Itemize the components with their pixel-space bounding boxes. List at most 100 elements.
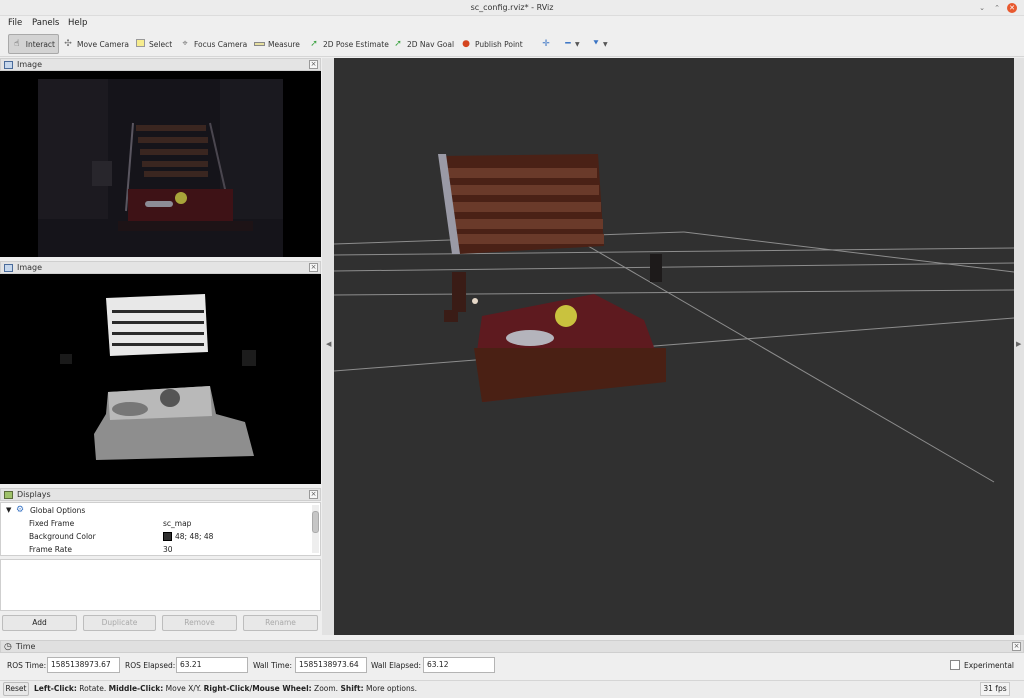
ruler-icon — [254, 39, 265, 49]
move-camera-tool-button[interactable]: ✣ Move Camera — [60, 34, 132, 54]
tree-row-frame-rate[interactable]: Frame Rate 30 — [1, 543, 312, 556]
minus-icon: ━ — [565, 39, 571, 49]
close-icon[interactable]: ✕ — [1007, 3, 1017, 13]
clock-icon: ◷ — [4, 641, 12, 652]
right-splitter[interactable]: ▶ — [1014, 58, 1024, 635]
left-splitter[interactable]: ◀ — [322, 58, 334, 635]
property-name: Frame Rate — [29, 545, 72, 554]
middle-click-text: Move X/Y. — [163, 684, 204, 693]
background-color-value[interactable]: 48; 48; 48 — [163, 530, 213, 543]
panel-title: Image — [17, 60, 43, 69]
displays-icon — [4, 490, 13, 499]
panel-header: Image × — [0, 261, 321, 274]
menu-bar: File Panels Help — [0, 16, 1024, 30]
point-cloud-scene — [334, 58, 1014, 635]
pose-estimate-tool-button[interactable]: ➚ 2D Pose Estimate — [306, 34, 392, 54]
chevron-down-icon[interactable]: ▼ — [6, 504, 11, 517]
chevron-down-icon: ▼ — [603, 40, 608, 48]
move-camera-icon: ✣ — [64, 39, 72, 49]
panel-title: Image — [17, 263, 43, 272]
image-panel-rgb: Image × — [0, 58, 321, 257]
wall-elapsed-label: Wall Elapsed: — [371, 661, 422, 670]
image-icon — [4, 263, 13, 272]
tree-row-fixed-frame[interactable]: Fixed Frame sc_map — [1, 517, 312, 530]
publish-point-tool-button[interactable]: ● Publish Point — [458, 34, 526, 54]
pose-estimate-label: 2D Pose Estimate — [323, 39, 389, 49]
add-button[interactable]: Add — [2, 615, 77, 631]
ros-elapsed-field[interactable]: 63.21 — [176, 657, 248, 673]
color-swatch[interactable] — [163, 532, 172, 541]
ros-time-label: ROS Time: — [7, 661, 47, 670]
status-hint: Left-Click: Rotate. Middle-Click: Move X… — [34, 684, 417, 693]
rgb-image-view[interactable] — [0, 71, 321, 257]
depth-camera-image — [0, 274, 321, 484]
right-click-key: Right-Click/Mouse Wheel: — [203, 684, 312, 693]
ros-time-field[interactable]: 1585138973.67 — [47, 657, 120, 673]
global-options-label: Global Options — [30, 506, 86, 515]
menu-panels[interactable]: Panels — [32, 16, 59, 30]
frame-rate-value[interactable]: 30 — [163, 543, 173, 556]
interact-tool-button[interactable]: ☝ Interact — [8, 34, 59, 54]
collapse-right-icon[interactable]: ▶ — [1016, 340, 1021, 348]
publish-point-label: Publish Point — [475, 39, 523, 49]
reset-button[interactable]: Reset — [3, 682, 29, 696]
pose-estimate-arrow-icon: ➚ — [310, 39, 318, 49]
status-bar: Reset Left-Click: Rotate. Middle-Click: … — [0, 680, 1024, 698]
nav-goal-tool-button[interactable]: ➚ 2D Nav Goal — [390, 34, 457, 54]
render-3d-view[interactable] — [334, 58, 1014, 635]
fixed-frame-value[interactable]: sc_map — [163, 517, 191, 530]
ros-elapsed-label: ROS Elapsed: — [125, 661, 176, 670]
minimize-icon[interactable]: ⌄ — [977, 3, 987, 13]
focus-camera-label: Focus Camera — [194, 39, 248, 49]
property-description — [0, 559, 321, 611]
rename-button[interactable]: Rename — [243, 615, 318, 631]
depth-image-view[interactable] — [0, 274, 321, 484]
focus-camera-tool-button[interactable]: ⌖ Focus Camera — [177, 34, 250, 54]
panel-header: Displays × — [0, 488, 321, 501]
rgb-camera-image — [0, 71, 321, 257]
panel-header: ◷ Time × — [0, 640, 1024, 653]
menu-file[interactable]: File — [8, 16, 22, 30]
right-click-text: Zoom. — [311, 684, 341, 693]
tool-properties-button[interactable]: ⯆ ▼ — [588, 34, 611, 54]
close-icon[interactable]: × — [309, 60, 318, 69]
scrollbar-thumb[interactable] — [312, 511, 319, 533]
left-click-key: Left-Click: — [34, 684, 77, 693]
chevron-down-icon: ▼ — [575, 40, 580, 48]
gear-icon: ⚙ — [16, 505, 25, 515]
tree-row-global-options[interactable]: ▼ ⚙ Global Options — [1, 504, 312, 517]
wall-time-label: Wall Time: — [253, 661, 292, 670]
tree-scrollbar[interactable] — [312, 505, 319, 553]
close-icon[interactable]: × — [1012, 642, 1021, 651]
wall-time-field[interactable]: 1585138973.64 — [295, 657, 367, 673]
maximize-icon[interactable]: ⌃ — [992, 3, 1002, 13]
select-label: Select — [149, 39, 173, 49]
background-color-text: 48; 48; 48 — [175, 532, 214, 541]
nav-goal-label: 2D Nav Goal — [407, 39, 455, 49]
remove-tool-button[interactable]: ━ ▼ — [560, 34, 583, 54]
experimental-checkbox[interactable] — [950, 660, 960, 670]
panel-title: Displays — [17, 490, 51, 499]
image-panel-depth: Image × — [0, 261, 321, 484]
menu-help[interactable]: Help — [68, 16, 87, 30]
middle-click-key: Middle-Click: — [108, 684, 164, 693]
select-tool-button[interactable]: Select — [132, 34, 175, 54]
panel-header: Image × — [0, 58, 321, 71]
measure-tool-button[interactable]: Measure — [251, 34, 303, 54]
interact-label: Interact — [25, 39, 55, 49]
property-name: Background Color — [29, 532, 96, 541]
remove-button[interactable]: Remove — [162, 615, 237, 631]
wall-elapsed-field[interactable]: 63.12 — [423, 657, 495, 673]
close-icon[interactable]: × — [309, 490, 318, 499]
tree-row-background-color[interactable]: Background Color 48; 48; 48 — [1, 530, 312, 543]
map-pin-icon: ● — [462, 39, 470, 49]
measure-label: Measure — [268, 39, 300, 49]
duplicate-button[interactable]: Duplicate — [83, 615, 156, 631]
toolbar: ☝ Interact ✣ Move Camera Select ⌖ Focus … — [0, 31, 1024, 57]
add-tool-button[interactable]: ✛ — [538, 34, 554, 54]
collapse-left-icon[interactable]: ◀ — [326, 340, 331, 348]
panel-title: Time — [15, 642, 36, 651]
select-icon — [135, 39, 145, 49]
plus-icon: ✛ — [542, 39, 550, 49]
close-icon[interactable]: × — [309, 263, 318, 272]
